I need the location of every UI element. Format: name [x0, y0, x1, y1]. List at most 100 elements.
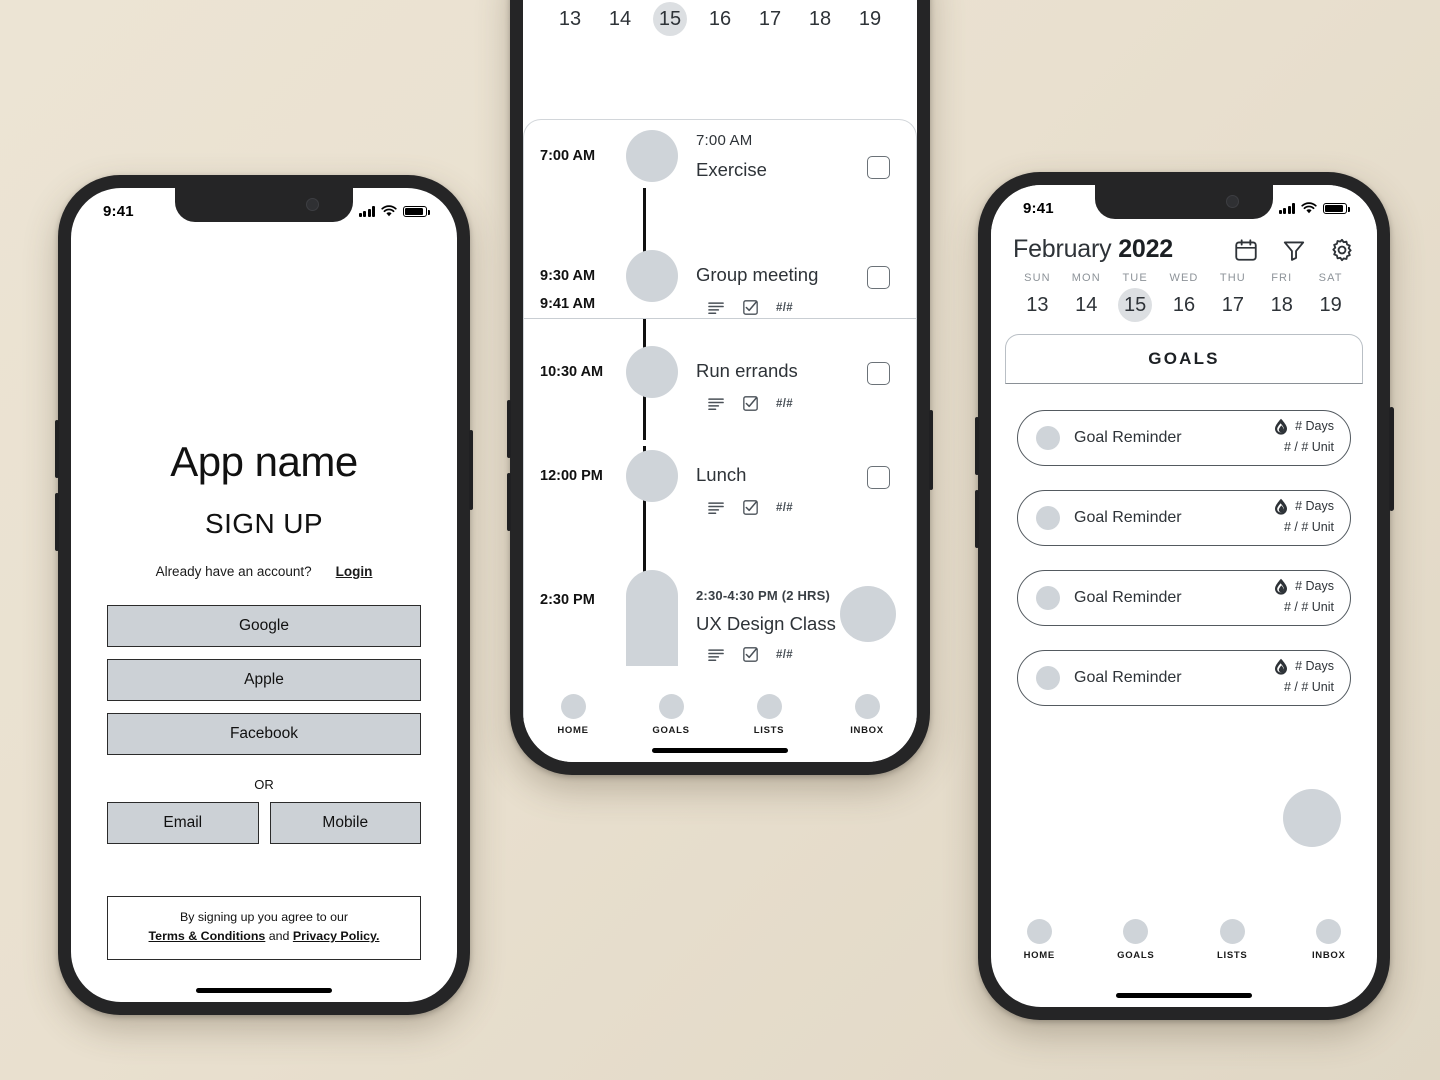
signal-icon: [1278, 203, 1295, 214]
date-cell-17[interactable]: 17: [745, 2, 795, 36]
tab-home[interactable]: HOME: [991, 919, 1088, 961]
phone1-status-bar: 9:41: [71, 188, 457, 228]
goal-days-row: # Days: [1274, 658, 1334, 676]
event-row[interactable]: 10:30 AM Run errands #/#: [540, 334, 900, 438]
event-checkbox[interactable]: [867, 266, 890, 289]
terms-line1: By signing up you agree to our: [179, 910, 349, 924]
gear-icon[interactable]: [1329, 237, 1355, 263]
phone1-volume-up[interactable]: [55, 420, 59, 478]
phone3-home-indicator[interactable]: [1116, 993, 1252, 998]
phone1-volume-down[interactable]: [55, 493, 59, 551]
date-cell-13[interactable]: 13: [545, 2, 595, 36]
event-body: 7:00 AM Exercise: [678, 120, 867, 181]
mobile-signup-button[interactable]: Mobile: [269, 802, 421, 844]
event-body: Lunch #/#: [678, 438, 867, 515]
date-cell-13[interactable]: 13: [1013, 288, 1062, 322]
facebook-signup-button[interactable]: Facebook: [107, 713, 421, 755]
weekday-sun: SUN: [1024, 272, 1051, 284]
event-avatar: [626, 130, 678, 182]
tab-lists[interactable]: LISTS: [720, 694, 818, 736]
goal-days: # Days: [1295, 659, 1334, 674]
weekday-mon: MON: [1071, 272, 1101, 284]
lists-icon: [1219, 919, 1245, 944]
phone3-month-row: February 2022: [1013, 235, 1355, 264]
description-icon: [708, 397, 724, 410]
date-cell-16[interactable]: 16: [1160, 288, 1209, 322]
date-cell-15-selected[interactable]: 15: [645, 2, 695, 36]
event-row[interactable]: 12:00 PM Lunch #/#: [540, 438, 900, 542]
weekday-fri: FRI: [1271, 272, 1293, 284]
event-subtitle: 7:00 AM: [696, 132, 753, 149]
event-row[interactable]: 9:30 AM Group meeting #/#: [540, 250, 900, 326]
goal-card[interactable]: Goal Reminder # Days # / # Unit: [1017, 570, 1351, 626]
date-label: 14: [1075, 293, 1098, 316]
tab-lists[interactable]: LISTS: [1184, 919, 1281, 961]
event-row[interactable]: 7:00 AM 7:00 AM Exercise: [540, 120, 900, 250]
tab-label: GOALS: [1117, 950, 1155, 961]
phone1-power[interactable]: [469, 430, 473, 510]
event-checkbox[interactable]: [867, 466, 890, 489]
apple-signup-button[interactable]: Apple: [107, 659, 421, 701]
date-cell-17[interactable]: 17: [1208, 288, 1257, 322]
event-attendee-avatar[interactable]: [840, 586, 896, 642]
phone2-volume-down[interactable]: [507, 473, 511, 531]
subtask-checkbox-icon: [743, 500, 758, 515]
phone1-home-indicator[interactable]: [196, 988, 332, 993]
battery-icon: [1323, 203, 1350, 214]
weekday-wed: WED: [1169, 272, 1199, 284]
email-signup-button[interactable]: Email: [107, 802, 259, 844]
event-subtask-count: #/#: [776, 648, 793, 661]
event-row[interactable]: 2:30 PM 2:30-4:30 PM (2 HRS) UX Design C…: [540, 566, 900, 696]
date-cell-14[interactable]: 14: [595, 2, 645, 36]
event-avatar: [626, 450, 678, 502]
phone3-volume-down[interactable]: [975, 490, 979, 548]
event-subtitle: 2:30-4:30 PM (2 HRS): [696, 588, 831, 603]
phone3-volume-up[interactable]: [975, 417, 979, 475]
event-time: 9:30 AM: [540, 268, 596, 284]
date-label: 19: [858, 7, 882, 30]
status-clock: 9:41: [103, 202, 134, 220]
date-cell-15-selected[interactable]: 15: [1111, 288, 1160, 322]
login-link[interactable]: Login: [336, 564, 373, 579]
date-cell-14[interactable]: 14: [1062, 288, 1111, 322]
event-avatar: [626, 250, 678, 302]
weekday-sat: SAT: [1318, 272, 1343, 284]
event-checkbox[interactable]: [867, 362, 890, 385]
date-cell-19[interactable]: 19: [845, 2, 895, 36]
goal-avatar: [1036, 426, 1060, 450]
google-signup-button[interactable]: Google: [107, 605, 421, 647]
goal-days-row: # Days: [1274, 418, 1334, 436]
calendar-icon[interactable]: [1233, 237, 1259, 263]
tab-goals[interactable]: GOALS: [1088, 919, 1185, 961]
date-cell-18[interactable]: 18: [1257, 288, 1306, 322]
event-checkbox[interactable]: [867, 156, 890, 179]
phone2-volume-up[interactable]: [507, 400, 511, 458]
description-icon: [708, 501, 724, 514]
terms-conditions-link[interactable]: Terms & Conditions: [149, 929, 266, 943]
phone2-power[interactable]: [929, 410, 933, 490]
filter-icon[interactable]: [1281, 237, 1307, 263]
date-cell-18[interactable]: 18: [795, 2, 845, 36]
tab-label: LISTS: [753, 725, 785, 736]
tab-home[interactable]: HOME: [524, 694, 622, 736]
goal-card[interactable]: Goal Reminder # Days # / # Unit: [1017, 410, 1351, 466]
tab-inbox[interactable]: INBOX: [818, 694, 916, 736]
goal-stats: # Days # / # Unit: [1274, 418, 1334, 458]
phone2-home-indicator[interactable]: [652, 748, 788, 753]
tab-inbox[interactable]: INBOX: [1281, 919, 1378, 961]
tab-goals[interactable]: GOALS: [622, 694, 720, 736]
phone3-weekday-row: SUN MON TUE WED THU FRI SAT: [1013, 264, 1355, 284]
phone3-power[interactable]: [1389, 407, 1394, 511]
add-goal-button[interactable]: [1283, 789, 1341, 847]
phone2-calendar-header: February 2022 SUN MON TUE WED THU FRI SA…: [523, 0, 917, 42]
event-title: Exercise: [696, 159, 767, 180]
goal-card[interactable]: Goal Reminder # Days # / # Unit: [1017, 650, 1351, 706]
date-cell-19[interactable]: 19: [1306, 288, 1355, 322]
event-subtask-count: #/#: [776, 397, 793, 410]
phone-schedule: February 2022 SUN MON TUE WED THU FRI SA…: [507, 0, 933, 775]
privacy-policy-link[interactable]: Privacy Policy.: [293, 929, 380, 943]
month-text: February: [1013, 235, 1119, 263]
year-text: 2022: [1118, 235, 1174, 263]
goal-card[interactable]: Goal Reminder # Days # / # Unit: [1017, 490, 1351, 546]
date-cell-16[interactable]: 16: [695, 2, 745, 36]
